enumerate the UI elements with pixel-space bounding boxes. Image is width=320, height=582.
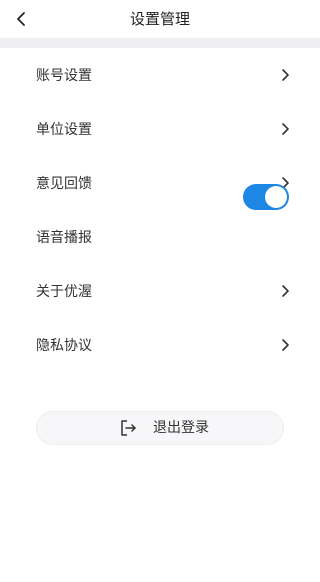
settings-item-privacy[interactable]: 隐私协议 [0, 318, 320, 372]
settings-item-voice: 语音播报 [0, 210, 320, 264]
chevron-right-icon [280, 284, 290, 298]
settings-item-label: 关于优渥 [36, 284, 92, 300]
settings-item-account[interactable]: 账号设置 [0, 48, 320, 102]
page-title: 设置管理 [129, 10, 190, 28]
chevron-right-icon [280, 338, 290, 352]
logout-label: 退出登录 [153, 420, 209, 436]
settings-item-unit[interactable]: 单位设置 [0, 102, 320, 156]
header-divider [0, 38, 320, 48]
chevron-right-icon [280, 68, 290, 82]
settings-item-label: 语音播报 [36, 230, 92, 246]
voice-broadcast-toggle[interactable] [243, 184, 289, 210]
settings-page: 设置管理 账号设置 单位设置 意见回馈 语音播报 关于优渥 隐私协议 退出登录 [0, 0, 320, 582]
logout-icon [119, 419, 137, 437]
settings-item-label: 单位设置 [36, 122, 92, 138]
logout-button[interactable]: 退出登录 [36, 411, 284, 445]
toggle-knob [265, 186, 287, 208]
settings-item-label: 意见回馈 [36, 176, 92, 192]
header: 设置管理 [0, 0, 320, 38]
chevron-right-icon [280, 122, 290, 136]
settings-item-about[interactable]: 关于优渥 [0, 264, 320, 318]
settings-item-label: 隐私协议 [36, 338, 92, 354]
settings-list: 账号设置 单位设置 意见回馈 语音播报 关于优渥 隐私协议 [0, 48, 320, 372]
settings-item-label: 账号设置 [36, 68, 92, 84]
